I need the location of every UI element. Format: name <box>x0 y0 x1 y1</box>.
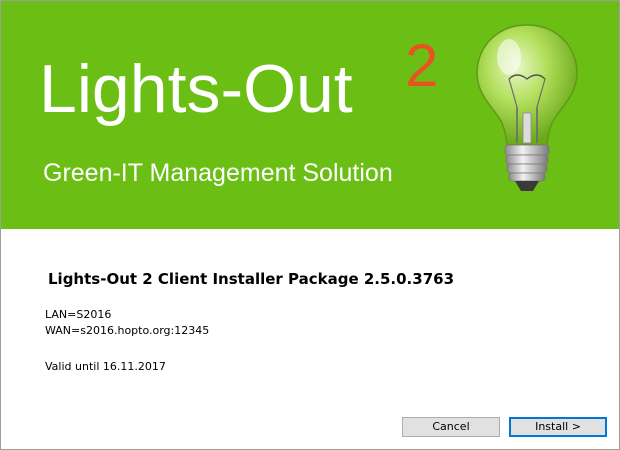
app-version-number: 2 <box>405 32 439 99</box>
content-area: Lights-Out 2 Client Installer Package 2.… <box>1 229 619 449</box>
install-button[interactable]: Install > <box>509 417 607 437</box>
installer-window: Lights-Out 2 Green-IT Management Solutio… <box>0 0 620 450</box>
valid-until-info: Valid until 16.11.2017 <box>45 360 166 373</box>
header-banner: Lights-Out 2 Green-IT Management Solutio… <box>1 1 619 229</box>
app-subtitle: Green-IT Management Solution <box>43 159 393 187</box>
package-title: Lights-Out 2 Client Installer Package 2.… <box>48 270 455 288</box>
light-bulb-icon <box>476 24 578 191</box>
lan-info: LAN=S2016 <box>45 308 112 321</box>
app-title: Lights-Out <box>39 51 353 127</box>
cancel-button[interactable]: Cancel <box>402 417 500 437</box>
wan-info: WAN=s2016.hopto.org:12345 <box>45 324 210 337</box>
